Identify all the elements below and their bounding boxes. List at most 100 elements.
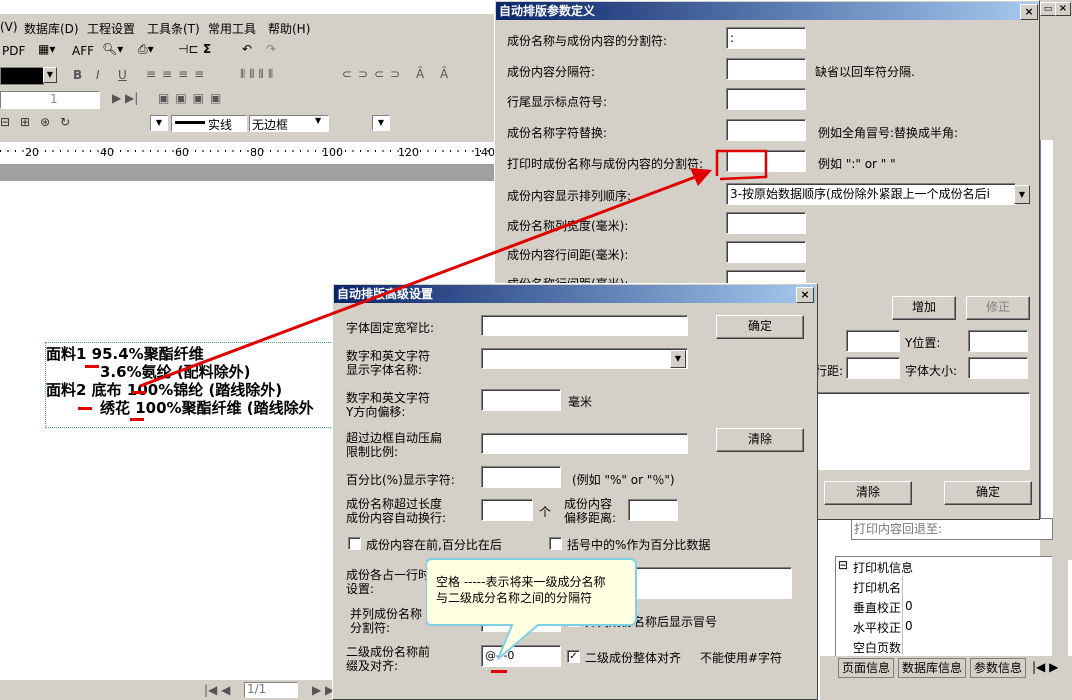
menu-help[interactable]: 帮助(H): [268, 20, 310, 37]
d2-percent-input[interactable]: [481, 466, 561, 488]
d2-line-input[interactable]: [632, 567, 792, 599]
ruler-tick: 40: [100, 146, 114, 159]
tab-database-info[interactable]: 数据库信息: [898, 658, 967, 678]
color-swatch[interactable]: [0, 67, 44, 85]
d1-clear-button[interactable]: 清除: [824, 481, 912, 505]
next-page-icon[interactable]: ▶ ▶|: [112, 91, 138, 105]
d1-separator-input[interactable]: :: [726, 27, 806, 49]
underline-button[interactable]: U: [118, 68, 127, 82]
d2-font-ratio-label: 字体固定宽窄比:: [346, 321, 435, 335]
aff-button[interactable]: AFF: [72, 44, 94, 58]
d1-x-input[interactable]: [846, 330, 900, 352]
printer-row-value[interactable]: 0: [905, 619, 913, 633]
d1-font-size-input[interactable]: [968, 357, 1028, 379]
insert-icon[interactable]: ⊣⊏: [178, 42, 199, 56]
redo-icon[interactable]: ↷: [266, 42, 276, 56]
d2-line-label: 成份各占一行时 设置:: [346, 568, 431, 596]
d1-text-area[interactable]: [816, 392, 1030, 470]
d2-content-first-checkbox[interactable]: [348, 537, 361, 550]
d1-line-spacing-input[interactable]: [726, 241, 806, 263]
d1-add-button[interactable]: 增加: [892, 296, 956, 320]
d1-content-sep-input[interactable]: [726, 58, 806, 80]
layer-icons[interactable]: ▣▣▣▣: [158, 91, 227, 105]
italic-button[interactable]: I: [96, 68, 100, 82]
menu-view[interactable]: (V): [0, 20, 18, 34]
grid-divider: [902, 576, 903, 654]
d1-y-input[interactable]: [968, 330, 1028, 352]
right-scrollbar[interactable]: [1052, 140, 1071, 540]
red-underline-mark: [85, 365, 99, 368]
d1-order-dropdown-icon[interactable]: ▼: [1014, 185, 1030, 204]
d2-clear-button[interactable]: 清除: [716, 428, 804, 452]
d1-order-select[interactable]: 3-按原始数据顺序(成份除外紧跟上一个成份名后i: [726, 183, 1016, 205]
menu-toolbar[interactable]: 工具条(T): [147, 20, 200, 37]
d2-parallel-label: 并列成份名称 分割符:: [350, 607, 423, 635]
dialog1-close-button[interactable]: ×: [1020, 4, 1038, 20]
print-preview-icon[interactable]: 🔍︎▾: [102, 42, 123, 56]
d2-offset-input[interactable]: [628, 499, 678, 521]
dialog1-titlebar[interactable]: 自动排版参数定义: [496, 2, 1038, 20]
bold-button[interactable]: B: [73, 68, 82, 82]
d2-y-offset-input[interactable]: [481, 389, 561, 411]
d2-bracket-percent-label: 括号中的%作为百分比数据: [567, 538, 711, 552]
d2-font-ratio-input[interactable]: [481, 315, 688, 336]
menu-database[interactable]: 数据库(D): [24, 20, 79, 37]
red-underline-mark: [78, 407, 92, 410]
spacing-icons[interactable]: ⦀⦀⦀⦀: [240, 67, 277, 82]
d1-edit-button[interactable]: 修正: [966, 296, 1030, 320]
printer-info-header: 打印机信息: [853, 561, 914, 575]
d2-ok-button[interactable]: 确定: [716, 315, 804, 339]
d2-percent-note: (例如 "%" or "％"): [572, 473, 675, 487]
color-dropdown[interactable]: ▼: [43, 67, 57, 83]
ruler-tick: 100: [322, 146, 343, 159]
printer-icon[interactable]: ⎙▾: [138, 42, 154, 57]
pdf-button[interactable]: PDF: [2, 44, 25, 58]
border-dropdown-icon[interactable]: ▼: [315, 116, 321, 125]
d2-secondary-note: 不能使用#字符: [700, 651, 783, 665]
d1-punct-input[interactable]: [726, 88, 806, 110]
dialog2-close-button[interactable]: ×: [796, 287, 814, 303]
fill-dropdown[interactable]: ▼: [150, 115, 168, 131]
link-icons[interactable]: ⊂⊃⊂⊃ Ā Ā: [342, 67, 454, 81]
tab-page-info[interactable]: 页面信息: [838, 658, 895, 678]
red-underline-mark: [491, 670, 507, 673]
tab-scroll-icons[interactable]: |◀ ▶: [1032, 660, 1058, 674]
align-icons[interactable]: ≡≡≡≡: [146, 67, 210, 81]
sigma-button[interactable]: Σ: [203, 42, 211, 56]
menu-common-tools[interactable]: 常用工具: [208, 20, 256, 37]
window-restore-button[interactable]: ▭: [1040, 2, 1056, 16]
d1-label-separator: 成份名称与成份内容的分割符:: [507, 34, 668, 48]
first-page-icon[interactable]: |◀ ◀: [204, 683, 230, 697]
printer-grid-scrollbar[interactable]: [1052, 556, 1068, 656]
dialog2-titlebar[interactable]: 自动排版高级设置: [334, 285, 816, 303]
d1-print-sep-input[interactable]: [726, 150, 806, 172]
d2-wrap-input[interactable]: [481, 499, 533, 521]
d1-col-width-input[interactable]: [726, 212, 806, 234]
menu-project-settings[interactable]: 工程设置: [87, 20, 135, 37]
pick-icon[interactable]: ▦▾: [38, 42, 55, 56]
grid-icons[interactable]: ⊟⊞⊛↻: [0, 115, 80, 129]
d1-label-line-spacing: 成份内容行间距(毫米):: [507, 248, 629, 262]
d1-ok-button[interactable]: 确定: [944, 481, 1032, 505]
printer-info-collapse-icon[interactable]: ⊟: [838, 558, 848, 572]
extra-dropdown[interactable]: ▼: [372, 115, 390, 131]
d1-replace-input[interactable]: [726, 119, 806, 141]
print-return-label: 打印内容回退至:: [854, 522, 943, 536]
d2-secondary-label: 二级成份名称前 缀及对齐:: [346, 645, 431, 673]
d2-font-name-select[interactable]: [481, 348, 688, 369]
d2-compress-input[interactable]: [481, 433, 688, 454]
printer-row-value[interactable]: 0: [905, 599, 913, 613]
d2-offset-label: 成份内容 偏移距离:: [564, 497, 617, 525]
printer-row-label: 水平校正: [853, 621, 902, 635]
d1-spacing-input[interactable]: [846, 357, 900, 379]
line-style-label: 实线: [208, 118, 233, 132]
d2-content-first-label: 成份内容在前,百分比在后: [366, 538, 502, 552]
d2-font-name-dropdown-icon[interactable]: ▼: [670, 350, 686, 368]
window-close-button[interactable]: ×: [1055, 2, 1071, 16]
d2-bracket-percent-checkbox[interactable]: [549, 537, 562, 550]
page-number: 1: [50, 92, 58, 106]
d2-wrap-label: 成份名称超过长度 成份内容自动换行:: [346, 497, 447, 525]
tab-param-info[interactable]: 参数信息: [970, 658, 1027, 678]
d2-y-offset-label: 数字和英文字符 Y方向偏移:: [346, 391, 431, 419]
undo-icon[interactable]: ↶: [242, 42, 252, 56]
